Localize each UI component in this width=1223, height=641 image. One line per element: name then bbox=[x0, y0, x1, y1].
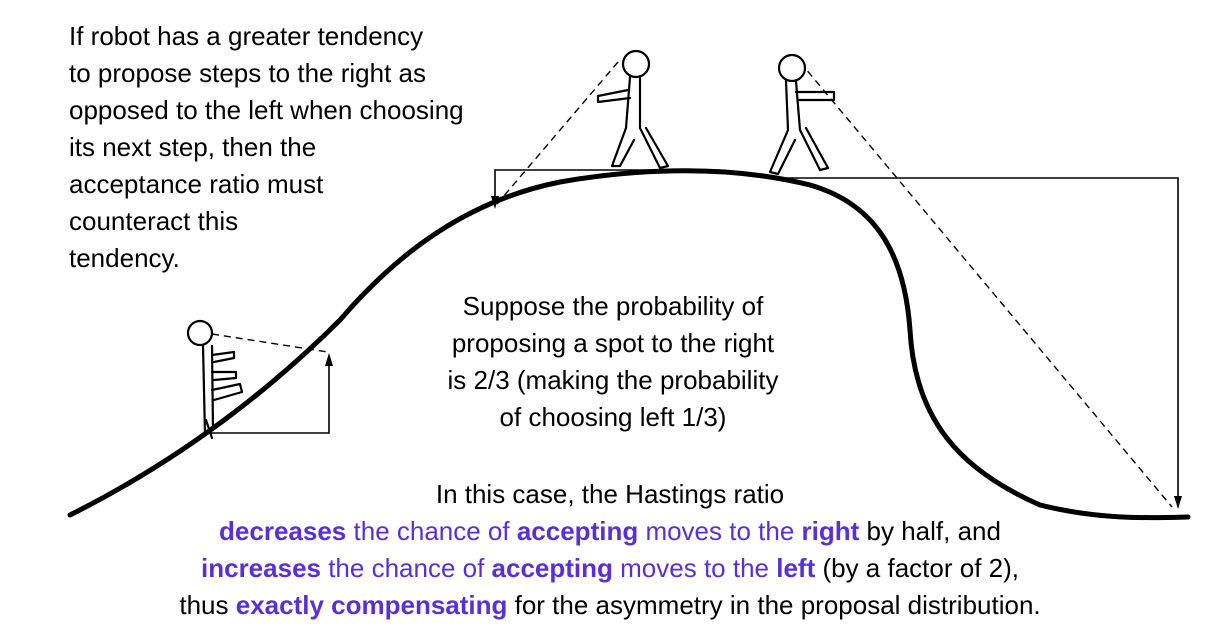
note-left-line: counteract this bbox=[69, 206, 239, 236]
emph-exactly-compensating: exactly compensating bbox=[235, 590, 508, 620]
note-left-line: tendency. bbox=[69, 243, 180, 273]
summary-line-1: In this case, the Hastings ratio bbox=[435, 479, 785, 509]
note-left-line: acceptance ratio must bbox=[69, 169, 324, 199]
summary-text: the chance of bbox=[320, 553, 492, 583]
note-mid-line: proposing a spot to the right bbox=[451, 328, 775, 358]
hastings-summary: In this case, the Hastings ratio decreas… bbox=[40, 476, 1180, 624]
emph-decreases: decreases bbox=[219, 516, 347, 546]
note-mid-line: Suppose the probability of bbox=[462, 291, 764, 321]
summary-line-4: thus exactly compensating for the asymme… bbox=[40, 587, 1180, 624]
emph-left: left bbox=[776, 553, 816, 583]
note-left-line: to propose steps to the right as bbox=[69, 58, 426, 88]
peak-right-sight-line bbox=[799, 61, 1173, 508]
emph-right: right bbox=[801, 516, 860, 546]
robot-walking-left-icon bbox=[596, 49, 670, 170]
summary-line-2: decreases the chance of accepting moves … bbox=[40, 513, 1180, 550]
note-left-line: If robot has a greater tendency bbox=[69, 21, 424, 51]
left-proposal-arrow bbox=[210, 353, 333, 434]
note-left-line: its next step, then the bbox=[69, 132, 317, 162]
summary-text: moves to the bbox=[612, 553, 777, 583]
peak-right-proposal-arrow bbox=[770, 177, 1182, 509]
left-explanation-note: If robot has a greater tendency to propo… bbox=[69, 18, 464, 277]
emph-increases: increases bbox=[201, 553, 321, 583]
summary-text: moves to the bbox=[638, 516, 802, 546]
summary-text: thus bbox=[179, 590, 236, 620]
note-mid-line: is 2/3 (making the probability bbox=[447, 365, 779, 395]
summary-text: by half, and bbox=[859, 516, 1001, 546]
summary-line-3: increases the chance of accepting moves … bbox=[40, 550, 1180, 587]
robot-walking-right-icon bbox=[768, 53, 836, 176]
left-sight-line bbox=[211, 333, 329, 353]
emph-accepting: accepting bbox=[516, 516, 639, 546]
summary-text: (by a factor of 2), bbox=[815, 553, 1019, 583]
middle-probability-note: Suppose the probability of proposing a s… bbox=[400, 288, 826, 436]
note-left-line: opposed to the left when choosing bbox=[69, 95, 464, 125]
robot-climbing-icon bbox=[186, 319, 244, 440]
note-mid-line: of choosing left 1/3) bbox=[499, 402, 727, 432]
summary-text: the chance of bbox=[346, 516, 517, 546]
emph-accepting: accepting bbox=[491, 553, 613, 583]
summary-text: for the asymmetry in the proposal distri… bbox=[507, 590, 1041, 620]
